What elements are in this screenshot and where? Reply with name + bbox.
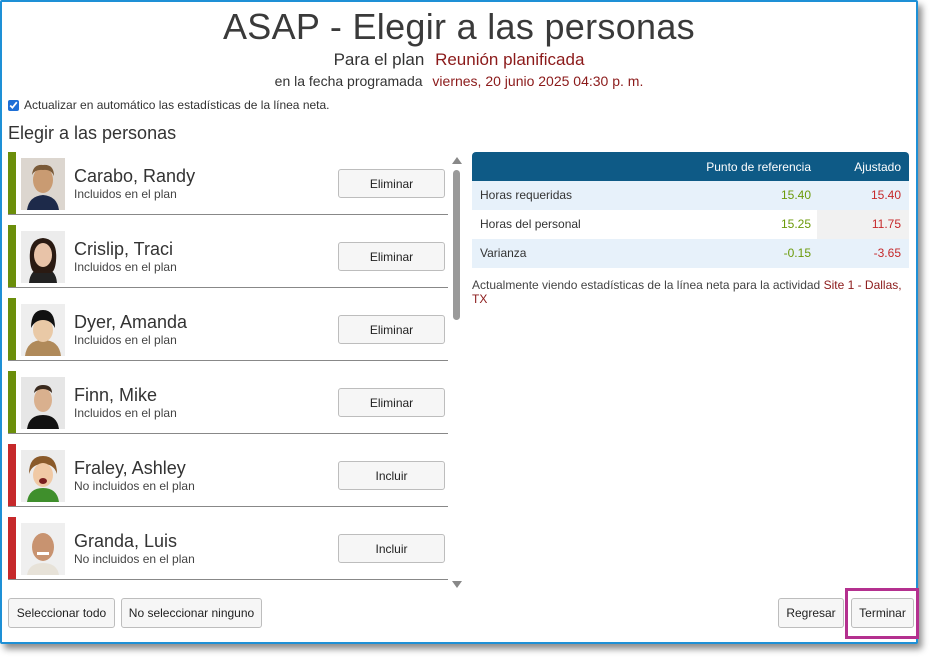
dialog-title: ASAP - Elegir a las personas xyxy=(223,6,695,47)
reference-value: 15.40 xyxy=(780,188,811,202)
stats-row: Horas del personal 15.25 11.75 xyxy=(472,210,909,239)
stats-row-label: Horas requeridas xyxy=(480,188,573,202)
avatar xyxy=(21,231,65,283)
adjusted-value: -3.65 xyxy=(873,246,901,260)
person-status: Incluidos en el plan xyxy=(74,406,177,420)
remove-button[interactable]: Eliminar xyxy=(338,388,445,417)
scheduled-date: viernes, 20 junio 2025 04:30 p. m. xyxy=(432,73,644,89)
date-row: en la fecha programada viernes, 20 junio… xyxy=(2,73,916,89)
avatar xyxy=(21,304,65,356)
remove-button[interactable]: Eliminar xyxy=(338,242,445,271)
finish-button[interactable]: Terminar xyxy=(851,598,914,628)
net-line-note: Actualmente viendo estadísticas de la lí… xyxy=(472,278,912,306)
reference-value: -0.15 xyxy=(783,246,811,260)
auto-update-checkbox[interactable] xyxy=(8,99,19,111)
adjusted-value: 15.40 xyxy=(870,188,901,202)
plan-row: Para el plan Reunión planificada xyxy=(2,50,916,70)
select-all-button[interactable]: Seleccionar todo xyxy=(8,598,115,628)
avatar xyxy=(21,450,65,502)
adjusted-value: 11.75 xyxy=(871,217,901,231)
stats-row: Horas requeridas 15.40 15.40 xyxy=(472,181,909,210)
plan-label: Para el plan xyxy=(333,50,425,69)
person-status: No incluidos en el plan xyxy=(74,552,195,566)
include-button[interactable]: Incluir xyxy=(338,534,445,563)
section-title: Elegir a las personas xyxy=(8,123,177,143)
avatar xyxy=(21,158,65,210)
reference-column-header: Punto de referencia xyxy=(706,160,811,174)
stats-table-header: Punto de referencia Ajustado xyxy=(472,152,909,181)
person-name: Finn, Mike xyxy=(74,385,158,405)
excluded-indicator xyxy=(8,517,16,579)
person-name: Dyer, Amanda xyxy=(74,312,188,332)
back-button[interactable]: Regresar xyxy=(778,598,844,628)
choose-people-dialog: ASAP - Elegir a las personas Para el pla… xyxy=(0,0,919,644)
list-item: Granda, Luis No incluidos en el plan Inc… xyxy=(8,517,448,580)
note-text: Actualmente viendo estadísticas de la lí… xyxy=(472,278,821,292)
select-none-button[interactable]: No seleccionar ninguno xyxy=(121,598,262,628)
remove-button[interactable]: Eliminar xyxy=(338,169,445,198)
remove-button[interactable]: Eliminar xyxy=(338,315,445,344)
included-indicator xyxy=(8,298,16,360)
person-name: Crislip, Traci xyxy=(74,239,174,259)
person-name: Fraley, Ashley xyxy=(74,458,186,478)
date-label: en la fecha programada xyxy=(274,73,423,89)
avatar xyxy=(21,377,65,429)
scroll-thumb[interactable] xyxy=(453,170,460,320)
scroll-down-arrow-icon[interactable] xyxy=(452,581,462,588)
list-item: Carabo, Randy Incluidos en el plan Elimi… xyxy=(8,152,448,215)
list-item: Dyer, Amanda Incluidos en el plan Elimin… xyxy=(8,298,448,361)
excluded-indicator xyxy=(8,444,16,506)
stats-row: Varianza -0.15 -3.65 xyxy=(472,239,909,268)
person-status: Incluidos en el plan xyxy=(74,187,177,201)
person-name: Granda, Luis xyxy=(74,531,178,551)
plan-name: Reunión planificada xyxy=(435,50,585,69)
auto-update-row[interactable]: Actualizar en automático las estadística… xyxy=(8,98,330,112)
auto-update-label: Actualizar en automático las estadística… xyxy=(24,98,330,112)
included-indicator xyxy=(8,225,16,287)
list-item: Fraley, Ashley No incluidos en el plan I… xyxy=(8,444,448,507)
include-button[interactable]: Incluir xyxy=(338,461,445,490)
people-list-scrollbar[interactable] xyxy=(451,154,463,588)
stats-row-label: Varianza xyxy=(480,246,527,260)
person-status: Incluidos en el plan xyxy=(74,333,177,347)
included-indicator xyxy=(8,152,16,214)
list-item: Finn, Mike Incluidos en el plan Eliminar xyxy=(8,371,448,434)
person-name: Carabo, Randy xyxy=(74,166,196,186)
list-item: Crislip, Traci Incluidos en el plan Elim… xyxy=(8,225,448,288)
included-indicator xyxy=(8,371,16,433)
stats-row-label: Horas del personal xyxy=(480,217,581,231)
reference-value: 15.25 xyxy=(780,217,811,231)
avatar xyxy=(21,523,65,575)
person-status: Incluidos en el plan xyxy=(74,260,177,274)
scroll-up-arrow-icon[interactable] xyxy=(452,157,462,164)
adjusted-column-header: Ajustado xyxy=(854,160,901,174)
person-status: No incluidos en el plan xyxy=(74,479,195,493)
people-list: Carabo, Randy Incluidos en el plan Elimi… xyxy=(8,152,450,580)
